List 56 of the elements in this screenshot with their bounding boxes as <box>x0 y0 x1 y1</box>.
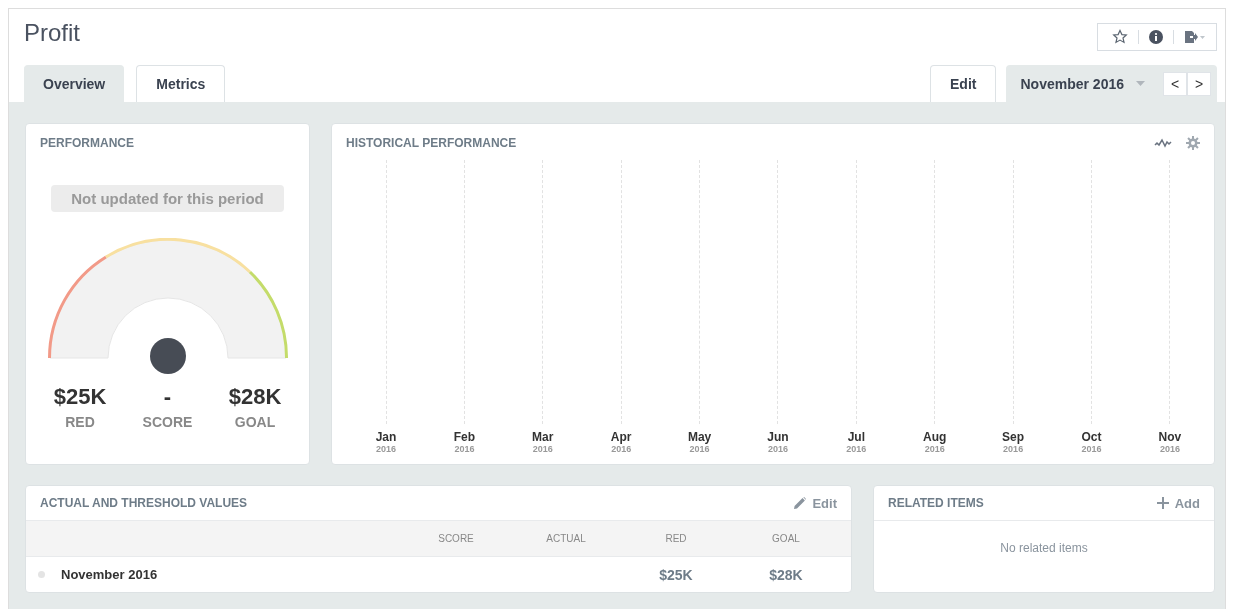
card-title: RELATED ITEMS <box>888 496 984 510</box>
stat-label: GOAL <box>234 414 276 430</box>
axis-label: 2016 <box>846 444 867 454</box>
pencil-icon <box>794 497 807 509</box>
axis-label: Jan <box>375 430 397 444</box>
axis-label: 2016 <box>1003 444 1024 454</box>
empty-message: No related items <box>999 540 1089 557</box>
column-header: GOAL <box>771 533 801 544</box>
table-cell: $25K <box>659 566 693 583</box>
next-button[interactable]: > <box>1187 71 1211 96</box>
axis-label: 2016 <box>532 444 553 454</box>
axis-label: 2016 <box>611 444 632 454</box>
plus-icon <box>1156 497 1169 509</box>
period-dropdown[interactable]: November 2016 <box>1020 75 1145 92</box>
axis-label: 2016 <box>767 444 788 454</box>
axis-label: 2016 <box>1081 444 1102 454</box>
axis-label: May <box>687 430 712 444</box>
axis-label: Sep <box>1002 430 1025 444</box>
edit-tab[interactable]: Edit <box>930 65 997 102</box>
column-header: SCORE <box>437 533 475 544</box>
axis-label: 2016 <box>689 444 710 454</box>
stat-value: $25K <box>53 384 107 410</box>
axis-label: 2016 <box>454 444 475 454</box>
export-icon[interactable] <box>1184 30 1206 44</box>
status-notice: Not updated for this period <box>51 185 284 212</box>
table-cell: $28K <box>769 566 803 583</box>
axis-label: 2016 <box>1159 444 1180 454</box>
previous-button[interactable]: < <box>1163 71 1187 96</box>
column-header: RED <box>664 533 688 544</box>
axis-label: Oct <box>1081 430 1102 444</box>
table-cell: November 2016 <box>61 567 158 582</box>
axis-label: 2016 <box>924 444 945 454</box>
axis-label: Mar <box>532 430 554 444</box>
axis-label: 2016 <box>376 444 396 454</box>
card-title: HISTORICAL PERFORMANCE <box>346 136 517 150</box>
axis-label: Feb <box>453 430 476 444</box>
status-dot <box>38 571 45 578</box>
column-header: ACTUAL <box>545 533 587 544</box>
line-chart-icon[interactable] <box>1154 138 1172 148</box>
axis-label: Jul <box>847 430 865 444</box>
card-title: PERFORMANCE <box>40 136 134 150</box>
card-title: ACTUAL AND THRESHOLD VALUES <box>40 496 248 510</box>
axis-label: Jun <box>767 430 789 444</box>
stat-label: RED <box>65 414 95 430</box>
tab[interactable]: Overview <box>24 65 125 102</box>
page-title: Profit <box>24 19 80 47</box>
caret-icon <box>1136 81 1145 86</box>
axis-label: Apr <box>610 430 632 444</box>
axis-label: Aug <box>923 430 947 444</box>
tab[interactable]: Metrics <box>136 65 226 102</box>
stat-value: - <box>163 384 172 410</box>
axis-label: Nov <box>1158 430 1182 444</box>
stat-label: SCORE <box>142 414 193 430</box>
stat-value: $28K <box>228 384 282 410</box>
info-icon[interactable] <box>1149 30 1163 44</box>
star-icon[interactable] <box>1112 29 1128 45</box>
